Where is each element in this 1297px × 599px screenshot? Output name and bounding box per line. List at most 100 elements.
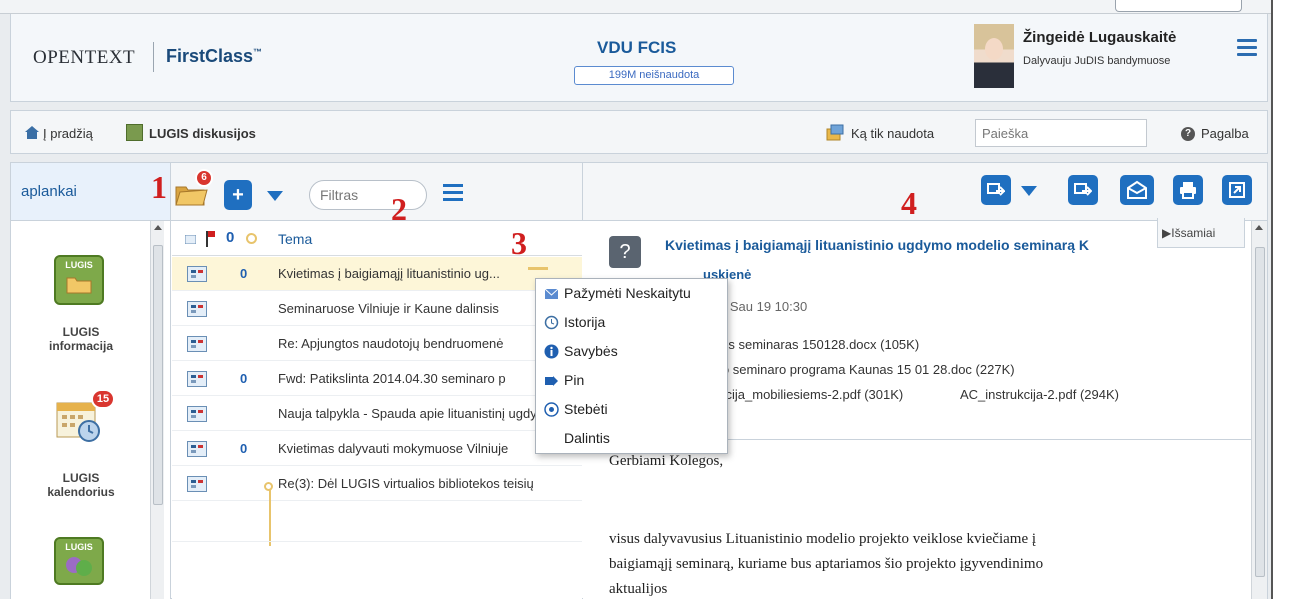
thread-column-icon[interactable]	[246, 233, 257, 244]
lugis-folder-3-icon[interactable]: LUGIS	[54, 537, 104, 585]
print-icon	[1180, 182, 1196, 199]
top-strip	[0, 0, 1297, 14]
message-subject: Kvietimas dalyvauti mokymuose Vilniuje	[278, 441, 509, 456]
annotation-3: 3	[511, 225, 527, 261]
forward-button[interactable]	[1068, 175, 1098, 205]
attachment-link[interactable]: AC_instrukcija-2.pdf (294K)	[960, 387, 1119, 402]
help-icon[interactable]: ?	[1181, 127, 1195, 141]
message-subject: Fwd: Patikslinta 2014.04.30 seminaro p	[278, 371, 506, 386]
logo-firstclass: FirstClass™	[166, 46, 262, 67]
thread-dot-icon	[264, 482, 273, 491]
unknown-sender-icon: ?	[609, 236, 641, 268]
user-name[interactable]: Žingeidė Lugauskaitė	[1023, 29, 1176, 46]
menu-item-label: Pažymėti Neskaitytu	[564, 285, 691, 301]
message-icon	[187, 336, 207, 352]
folder-label-line1: LUGIS	[62, 325, 100, 339]
message-icon	[187, 441, 207, 457]
table-row[interactable]: Re(3): Dėl LUGIS virtualios bibliotekos …	[172, 467, 582, 501]
firstclass-window: OPENTEXT FirstClass™ VDU FCIS 199M neišn…	[0, 0, 1297, 599]
table-row[interactable]: Nauja talpykla - Spauda apie lituanistin…	[172, 397, 582, 431]
message-list: 0 Tema 3 0 Kvietimas į baigiamąjį lituani…	[172, 221, 582, 599]
reply-button[interactable]	[981, 175, 1011, 205]
menu-item-label: Savybės	[564, 343, 618, 359]
reply-dropdown-button[interactable]	[1015, 175, 1043, 205]
attachment-icon: 0	[240, 371, 248, 386]
logo-divider	[153, 42, 154, 72]
toolbar-divider	[582, 163, 583, 221]
scrollbar-thumb[interactable]	[1255, 247, 1265, 577]
avatar[interactable]	[974, 24, 1014, 88]
attachment-column-icon[interactable]: 0	[226, 229, 234, 246]
search-input[interactable]	[975, 119, 1147, 147]
tab-aplankai-label: aplankai	[21, 183, 77, 200]
expand-icon	[1229, 182, 1245, 198]
thread-marker-icon	[528, 267, 548, 270]
history-icon	[544, 315, 559, 330]
scrollbar-thumb[interactable]	[153, 245, 163, 505]
attachment-link[interactable]: jo seminaro programa Kaunas 15 01 28.doc…	[719, 362, 1015, 377]
column-header-tema[interactable]: Tema	[278, 231, 312, 247]
breadcrumb-current-folder[interactable]: LUGIS diskusijos	[149, 126, 256, 141]
top-button[interactable]	[1115, 0, 1242, 12]
folder-label-line2: kalendorius	[47, 485, 115, 499]
message-icon	[187, 301, 207, 317]
message-icon	[187, 406, 207, 422]
folders-column: LUGIS LUGIS informacija 15 LUGIS kalendo…	[11, 221, 171, 599]
menu-item-label: Istorija	[564, 314, 606, 330]
table-row[interactable]: 0 Fwd: Patikslinta 2014.04.30 seminaro p	[172, 362, 582, 396]
add-dropdown-button[interactable]	[261, 180, 289, 210]
folders-scrollbar[interactable]	[150, 221, 164, 599]
people-icon	[66, 557, 92, 576]
message-date: 5 Sau 19 10:30	[719, 299, 808, 314]
folder-label-line2: informacija	[48, 339, 114, 353]
navigation-bar: Į pradžią LUGIS diskusijos Ką tik naudot…	[10, 110, 1268, 154]
user-status: Dalyvauju JuDIS bandymuose	[1023, 55, 1171, 67]
attachment-link[interactable]: sis seminaras 150128.docx (105K)	[719, 337, 919, 352]
folder-icon	[66, 277, 92, 294]
table-row[interactable]: 0 Kvietimas į baigiamąjį lituanistinio ug…	[172, 257, 582, 291]
tab-aplankai[interactable]: aplankai	[11, 163, 171, 220]
print-button[interactable]	[1173, 175, 1203, 205]
body-paragraph-line: visus dalyvavusius Lituanistinio modelio…	[609, 531, 1037, 547]
hamburger-menu-icon[interactable]	[1237, 39, 1257, 57]
recent-link[interactable]: Ką tik naudota	[851, 126, 934, 141]
message-subject: Re: Apjungtos naudotojų bendruomenė	[278, 336, 504, 351]
help-link[interactable]: Pagalba	[1201, 126, 1249, 141]
message-subject: Seminaruose Vilniuje ir Kaune dalinsis	[278, 301, 499, 316]
server-usage: 199M neišnaudota	[574, 66, 734, 85]
details-toggle[interactable]: ▶Išsamiai	[1157, 218, 1245, 248]
logo-opentext: OPENTEXT	[33, 47, 136, 68]
lugis-logo-text: LUGIS	[65, 542, 93, 552]
folder-badge: 6	[195, 169, 213, 187]
send-button[interactable]	[1120, 175, 1154, 205]
table-row[interactable]: Re: Apjungtos naudotojų bendruomenė	[172, 327, 582, 361]
server-name: VDU FCIS	[597, 38, 677, 57]
home-icon[interactable]	[25, 126, 39, 139]
reader-scrollbar[interactable]	[1251, 221, 1267, 599]
flag-column-icon[interactable]	[206, 231, 215, 247]
filter-input[interactable]	[309, 180, 427, 210]
folder-lugis-informacija[interactable]: LUGIS informacija	[11, 325, 151, 353]
folder-lugis-kalendorius[interactable]: LUGIS kalendorius	[11, 471, 151, 499]
logo-firstclass-text: FirstClass	[166, 46, 254, 66]
annotation-1: 1	[151, 169, 167, 205]
breadcrumb-home[interactable]: Į pradžią	[43, 126, 93, 141]
table-row[interactable]	[172, 502, 582, 542]
attachment-link[interactable]: kcija_mobiliesiems-2.pdf (301K)	[719, 387, 903, 402]
add-button[interactable]: +	[224, 180, 252, 210]
envelope-column-icon[interactable]	[185, 235, 196, 244]
message-icon	[187, 266, 207, 282]
context-menu: Pažymėti Neskaitytu Istorija Savybės Pin…	[535, 278, 728, 454]
reply-icon	[987, 183, 1007, 196]
folder-label-line1: LUGIS	[62, 471, 100, 485]
table-row[interactable]: Seminaruose Vilniuje ir Kaune dalinsis	[172, 292, 582, 326]
scroll-up-icon[interactable]	[1255, 225, 1263, 230]
recent-icon[interactable]	[826, 124, 844, 141]
message-subject: Nauja talpykla - Spauda apie lituanistin…	[278, 406, 548, 421]
list-menu-icon[interactable]	[443, 184, 463, 202]
scroll-up-icon[interactable]	[154, 225, 162, 230]
table-row[interactable]: 0 Kvietimas dalyvauti mokymuose Vilniuje	[172, 432, 582, 466]
lugis-info-folder-icon[interactable]: LUGIS	[54, 255, 104, 305]
open-window-button[interactable]	[1222, 175, 1252, 205]
message-title: Kvietimas į baigiamąjį lituanistinio ugd…	[665, 237, 1089, 253]
